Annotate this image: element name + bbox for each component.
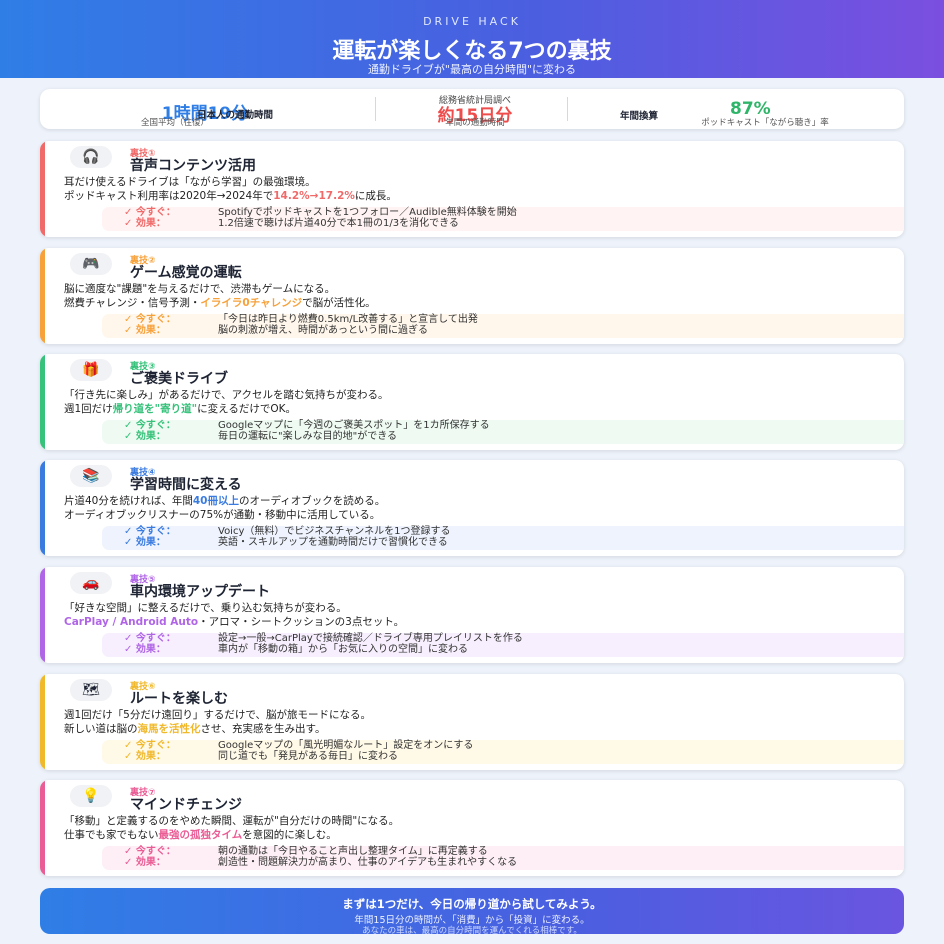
headphones-icon: 🎧 [70,146,112,168]
footer-headline: まずは1つだけ、今日の帰り道から試してみよう。 [342,897,602,911]
tip-highlight: 最強の孤独タイム [158,829,243,841]
tip-desc-text: 新しい道は脳の [64,723,138,735]
tip-desc-text: ・アロマ・シートクッションの3点セット。 [198,616,405,628]
tip-card: 📚 裏技④ 学習時間に変える 片道40分を続ければ、年間40冊以上のオーディオブ… [40,460,904,556]
gift-icon: 🎁 [70,359,112,381]
footer-note: あなたの車は、最高の自分時間を運んでくれる相棒です。 [362,926,582,936]
page-subtitle: 通勤ドライブが"最高の自分時間"に変わる [367,63,577,76]
tip-action-box: ✓ 今すぐ： Voicy（無料）でビジネスチャンネルを1つ登録する ✓ 効果： … [102,526,904,550]
tip-accent-bar [40,567,45,663]
tip-desc-text: を意図的に楽しむ。 [242,829,337,841]
tip-card: 🎧 裏技① 音声コンテンツ活用 耳だけ使えるドライブは「ながら学習」の最強環境。… [40,141,904,237]
tip-accent-bar [40,248,45,344]
tip-desc-text: 脳に適度な"課題"を与えるだけで、渋滞もゲームになる。 [64,283,336,295]
tip-card: 🚗 裏技⑤ 車内環境アップデート 「好きな空間」に整えるだけで、乗り込む気持ちが… [40,567,904,663]
stat-yearly-days: 総務省統計局調べ 約15日分 年間の通勤時間 [385,89,565,129]
tip-desc-text: させ、充実感を生み出す。 [200,723,326,735]
action-effect-text: 脳の刺激が増え、時間があっという間に過ぎる [218,325,428,336]
tip-action-box: ✓ 今すぐ： Googleマップの「風光明媚なルート」設定をオンにする ✓ 効果… [102,740,904,764]
stat-divider [567,97,568,121]
tip-desc-text: 週1回だけ「5分だけ遠回り」するだけで、脳が旅モードになる。 [64,709,371,721]
tip-title: ゲーム感覚の運転 [130,265,242,281]
stat-sub: ポッドキャスト「ながら聴き」率 [701,118,829,128]
action-effect-label: ✓ 効果： [124,537,166,548]
tip-action-box: ✓ 今すぐ： 設定→一般→CarPlayで接続確認／ドライブ専用プレイリストを作… [102,633,904,657]
tip-description: 「行き先に楽しみ」があるだけで、アクセルを踏む気持ちが変わる。 週1回だけ帰り道… [64,388,389,416]
brand-label: DRIVE HACK [423,15,521,28]
action-effect-label: ✓ 効果： [124,325,166,336]
tip-desc-text: で脳が活性化。 [302,297,376,309]
tip-accent-bar [40,141,45,237]
map-icon: 🗺 [70,679,112,701]
tip-card: 🎮 裏技② ゲーム感覚の運転 脳に適度な"課題"を与えるだけで、渋滞もゲームにな… [40,248,904,344]
stat-sub: 年間の通勤時間 [445,118,505,128]
tip-accent-bar [40,780,45,876]
action-effect-label: ✓ 効果： [124,644,166,655]
tip-desc-text: ポッドキャスト利用率は2020年→2024年で [64,190,274,202]
action-effect-text: 1.2倍速で聴けば片道40分で本1冊の1/3を消化できる [218,218,459,229]
tip-action-box: ✓ 今すぐ： Spotifyでポッドキャストを1つフォロー／Audible無料体… [102,207,904,231]
tip-highlight: 帰り道を"寄り道" [112,403,198,415]
stat-commute-time: 1時間19分 日本人の通勤時間 全国平均（往復） [100,89,310,129]
tip-highlight: 海馬を活性化 [137,723,201,735]
car-icon: 🚗 [70,572,112,594]
action-effect-text: 英語・スキルアップを通勤時間だけで習慣化できる [218,537,448,548]
gamepad-icon: 🎮 [70,253,112,275]
tip-desc-text: 片道40分を続ければ、年間 [64,495,193,507]
tip-desc-text: 燃費チャレンジ・信号予測・ [64,297,201,309]
action-effect-text: 車内が「移動の箱」から「お気に入りの空間」に変わる [218,644,468,655]
tip-desc-text: 「移動」と定義するのをやめた瞬間、運転が"自分だけの時間"になる。 [64,815,400,827]
tip-description: 耳だけ使えるドライブは「ながら学習」の最強環境。 ポッドキャスト利用率は2020… [64,175,397,203]
tip-description: 「好きな空間」に整えるだけで、乗り込む気持ちが変わる。 CarPlay / An… [64,601,404,629]
header-banner: DRIVE HACK 運転が楽しくなる7つの裏技 通勤ドライブが"最高の自分時間… [0,0,944,78]
tip-desc-text: に変えるだけでOK。 [197,403,296,415]
action-effect-text: 毎日の運転に"楽しみな目的地"ができる [218,431,397,442]
tip-description: 「移動」と定義するのをやめた瞬間、運転が"自分だけの時間"になる。 仕事でも家で… [64,814,399,842]
tip-description: 片道40分を続ければ、年間40冊以上のオーディオブックを読める。 オーディオブッ… [64,494,385,522]
tip-title: ご褒美ドライブ [130,371,228,387]
tip-accent-bar [40,354,45,450]
action-effect-label: ✓ 効果： [124,431,166,442]
tip-card: 💡 裏技⑦ マインドチェンジ 「移動」と定義するのをやめた瞬間、運転が"自分だけ… [40,780,904,876]
lightbulb-icon: 💡 [70,785,112,807]
tip-desc-text: オーディオブックリスナーの75%が通勤・移動中に活用している。 [64,509,381,521]
tip-description: 脳に適度な"課題"を与えるだけで、渋滞もゲームになる。 燃費チャレンジ・信号予測… [64,282,376,310]
tip-title: 車内環境アップデート [130,584,270,600]
stat-divider [375,97,376,121]
tip-title: ルートを楽しむ [130,691,228,707]
tip-title: マインドチェンジ [130,797,242,813]
tip-desc-text: 「行き先に楽しみ」があるだけで、アクセルを踏む気持ちが変わる。 [64,389,389,401]
tip-card: 🗺 裏技⑥ ルートを楽しむ 週1回だけ「5分だけ遠回り」するだけで、脳が旅モード… [40,674,904,770]
tip-highlight: 40冊以上 [192,495,239,507]
action-effect-text: 同じ道でも「発見がある毎日」に変わる [218,751,398,762]
tip-desc-text: 仕事でも家でもない [64,829,159,841]
tip-action-box: ✓ 今すぐ： Googleマップに「今週のご褒美スポット」を1カ所保存する ✓ … [102,420,904,444]
action-effect-label: ✓ 効果： [124,751,166,762]
stat-sub: 全国平均（往復） [140,118,209,128]
tip-desc-text: 週1回だけ [64,403,113,415]
tip-action-box: ✓ 今すぐ： 「今日は昨日より燃費0.5km/L改善する」と宣言して出発 ✓ 効… [102,314,904,338]
tip-desc-text: のオーディオブックを読める。 [239,495,386,507]
tip-highlight: CarPlay / Android Auto [64,616,199,628]
books-icon: 📚 [70,465,112,487]
action-effect-text: 創造性・問題解決力が高まり、仕事のアイデアも生まれやすくなる [218,857,518,868]
action-effect-label: ✓ 効果： [124,857,166,868]
tip-title: 音声コンテンツ活用 [130,158,256,174]
tip-desc-text: 「好きな空間」に整えるだけで、乗り込む気持ちが変わる。 [64,602,347,614]
footer-banner: まずは1つだけ、今日の帰り道から試してみよう。 年間15日分の時間が、「消費」か… [40,888,904,936]
tip-accent-bar [40,460,45,556]
tip-desc-text: 耳だけ使えるドライブは「ながら学習」の最強環境。 [64,176,316,188]
tip-action-box: ✓ 今すぐ： 朝の通勤は「今日やること声出し整理タイム」に再定義する ✓ 効果：… [102,846,904,870]
tip-title: 学習時間に変える [130,477,242,493]
tip-highlight: イライラ0チャレンジ [200,297,303,309]
stat-podcast-rate: 年間換算 87% ポッドキャスト「ながら聴き」率 [620,89,880,129]
tip-card: 🎁 裏技③ ご褒美ドライブ 「行き先に楽しみ」があるだけで、アクセルを踏む気持ち… [40,354,904,450]
tip-accent-bar [40,674,45,770]
tip-description: 週1回だけ「5分だけ遠回り」するだけで、脳が旅モードになる。 新しい道は脳の海馬… [64,708,371,736]
tip-highlight: 14.2%→17.2% [273,190,355,202]
tip-desc-text: に成長。 [354,190,397,202]
stats-panel: 1時間19分 日本人の通勤時間 全国平均（往復） 総務省統計局調べ 約15日分 … [40,89,904,129]
action-effect-label: ✓ 効果： [124,218,166,229]
